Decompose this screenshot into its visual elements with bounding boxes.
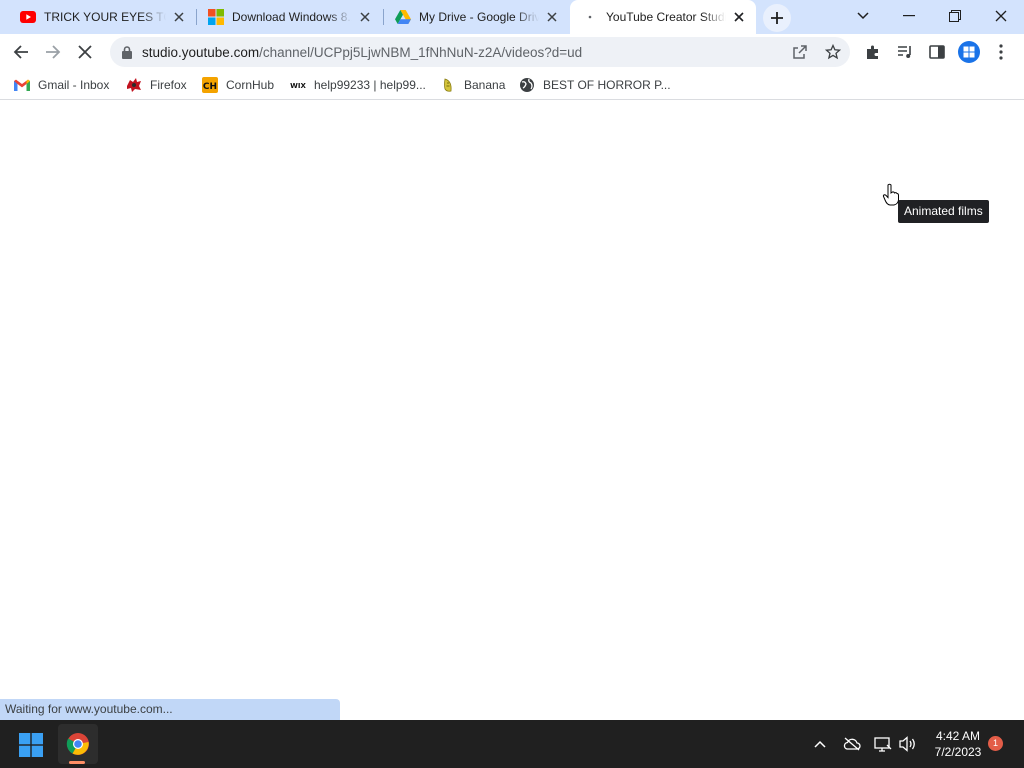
close-tab-icon[interactable] — [356, 8, 374, 26]
profile-button[interactable] — [954, 37, 984, 67]
volume-button[interactable] — [898, 734, 918, 754]
bookmark-label: Banana — [464, 78, 506, 92]
onedrive-button[interactable] — [842, 734, 862, 754]
share-icon[interactable] — [791, 43, 809, 61]
windows-icon — [19, 733, 43, 757]
close-tab-icon[interactable] — [170, 8, 188, 26]
cloud-offline-icon — [843, 737, 861, 751]
url-text[interactable]: studio.youtube.com/channel/UCPpj5LjwNBM_… — [142, 45, 582, 60]
stop-loading-button[interactable] — [70, 37, 100, 67]
arrow-left-icon — [13, 45, 28, 59]
tooltip: Animated films — [898, 200, 989, 223]
back-button[interactable] — [6, 37, 36, 67]
close-window-button[interactable] — [978, 0, 1024, 32]
svg-text:WIX: WIX — [290, 82, 306, 90]
tab-google-drive[interactable]: My Drive - Google Drive — [383, 0, 569, 34]
restore-icon — [949, 10, 961, 22]
menu-button[interactable] — [986, 37, 1016, 67]
bookmark-firefox[interactable]: Firefox — [126, 75, 187, 95]
close-tab-icon[interactable] — [543, 8, 561, 26]
url-host: studio.youtube.com — [142, 44, 260, 60]
close-icon — [78, 45, 92, 59]
firefox-icon — [126, 77, 142, 93]
minimize-icon — [903, 15, 915, 17]
tab-windows-download[interactable]: Download Windows 8.1 Disc Ima — [196, 0, 382, 34]
tab-title: Download Windows 8.1 Disc Ima — [232, 10, 352, 24]
bookmark-gmail[interactable]: Gmail - Inbox — [14, 75, 109, 95]
avatar-icon — [958, 41, 980, 63]
wix-icon: WIX — [290, 77, 306, 93]
google-drive-icon — [395, 9, 411, 25]
browser-toolbar: studio.youtube.com/channel/UCPpj5LjwNBM_… — [0, 34, 1024, 70]
bookmark-star-icon[interactable] — [824, 43, 842, 61]
tab-youtube-studio[interactable]: YouTube Creator Studio — [570, 0, 756, 34]
url-path: /channel/UCPpj5LjwNBM_1fNhNuN-z2A/videos… — [259, 44, 583, 60]
chevron-down-icon — [857, 12, 869, 20]
start-button[interactable] — [18, 732, 44, 758]
plus-icon — [771, 12, 783, 24]
system-clock[interactable]: 4:42 AM 7/2/2023 — [922, 728, 994, 760]
bookmark-label: help99233 | help99... — [314, 78, 426, 92]
bookmark-label: CornHub — [226, 78, 275, 92]
network-icon — [874, 737, 892, 752]
bookmark-banana[interactable]: Banana — [440, 75, 505, 95]
notification-badge[interactable]: 1 — [988, 736, 1003, 751]
extensions-button[interactable] — [858, 37, 888, 67]
taskbar: 4:42 AM 7/2/2023 — [0, 720, 1024, 768]
restore-button[interactable] — [932, 0, 978, 32]
tab-strip: TRICK YOUR EYES TO MAKE YOU Download Win… — [0, 0, 1024, 34]
lock-icon[interactable] — [122, 45, 134, 59]
microsoft-icon — [208, 9, 224, 25]
puzzle-icon — [867, 45, 878, 59]
side-panel-button[interactable] — [922, 37, 952, 67]
close-tab-icon[interactable] — [730, 8, 748, 26]
new-tab-button[interactable] — [763, 4, 791, 32]
tab-title: YouTube Creator Studio — [606, 10, 726, 24]
status-bubble: Waiting for www.youtube.com... — [0, 699, 340, 720]
page-content — [0, 101, 1024, 720]
bookmark-label: Firefox — [150, 78, 187, 92]
bookmark-best-of-horror[interactable]: BEST OF HORROR P... — [519, 75, 671, 95]
youtube-icon — [20, 9, 36, 25]
network-button[interactable] — [873, 734, 893, 754]
loading-icon — [582, 9, 598, 25]
more-vertical-icon — [999, 44, 1003, 60]
chrome-icon — [66, 733, 89, 755]
media-control-button[interactable] — [890, 37, 920, 67]
close-icon — [995, 10, 1007, 22]
bookmark-cornhub[interactable]: CH CornHub — [202, 75, 274, 95]
side-panel-icon — [929, 45, 945, 59]
bookmark-help99233[interactable]: WIX help99233 | help99... — [290, 75, 426, 95]
banana-icon — [440, 77, 456, 93]
tab-title: TRICK YOUR EYES TO MAKE YOU — [44, 10, 166, 24]
address-bar[interactable]: studio.youtube.com/channel/UCPpj5LjwNBM_… — [110, 37, 850, 67]
clock-date: 7/2/2023 — [934, 745, 982, 759]
bookmark-label: Gmail - Inbox — [38, 78, 110, 92]
cornhub-icon: CH — [202, 77, 218, 93]
bookmark-label: BEST OF HORROR P... — [543, 78, 671, 92]
tab-title: My Drive - Google Drive — [419, 10, 539, 24]
playlist-music-icon — [898, 46, 911, 58]
chevron-up-icon — [814, 740, 826, 748]
tab-search-button[interactable] — [840, 0, 886, 32]
svg-text:CH: CH — [203, 82, 217, 92]
chrome-taskbar-button[interactable] — [58, 724, 98, 764]
show-hidden-icons-button[interactable] — [810, 736, 830, 752]
gmail-icon — [14, 77, 30, 93]
hand-cursor-icon — [882, 183, 899, 206]
speaker-icon — [899, 736, 915, 752]
forward-button[interactable] — [38, 37, 68, 67]
minimize-button[interactable] — [886, 0, 932, 32]
bookmarks-bar: Gmail - Inbox Firefox CH CornHub WIX hel… — [0, 70, 1024, 100]
clock-time: 4:42 AM — [935, 729, 981, 743]
globe-icon — [519, 77, 535, 93]
running-indicator — [69, 761, 85, 764]
arrow-right-icon — [46, 45, 61, 59]
tab-youtube-video[interactable]: TRICK YOUR EYES TO MAKE YOU — [8, 0, 196, 34]
